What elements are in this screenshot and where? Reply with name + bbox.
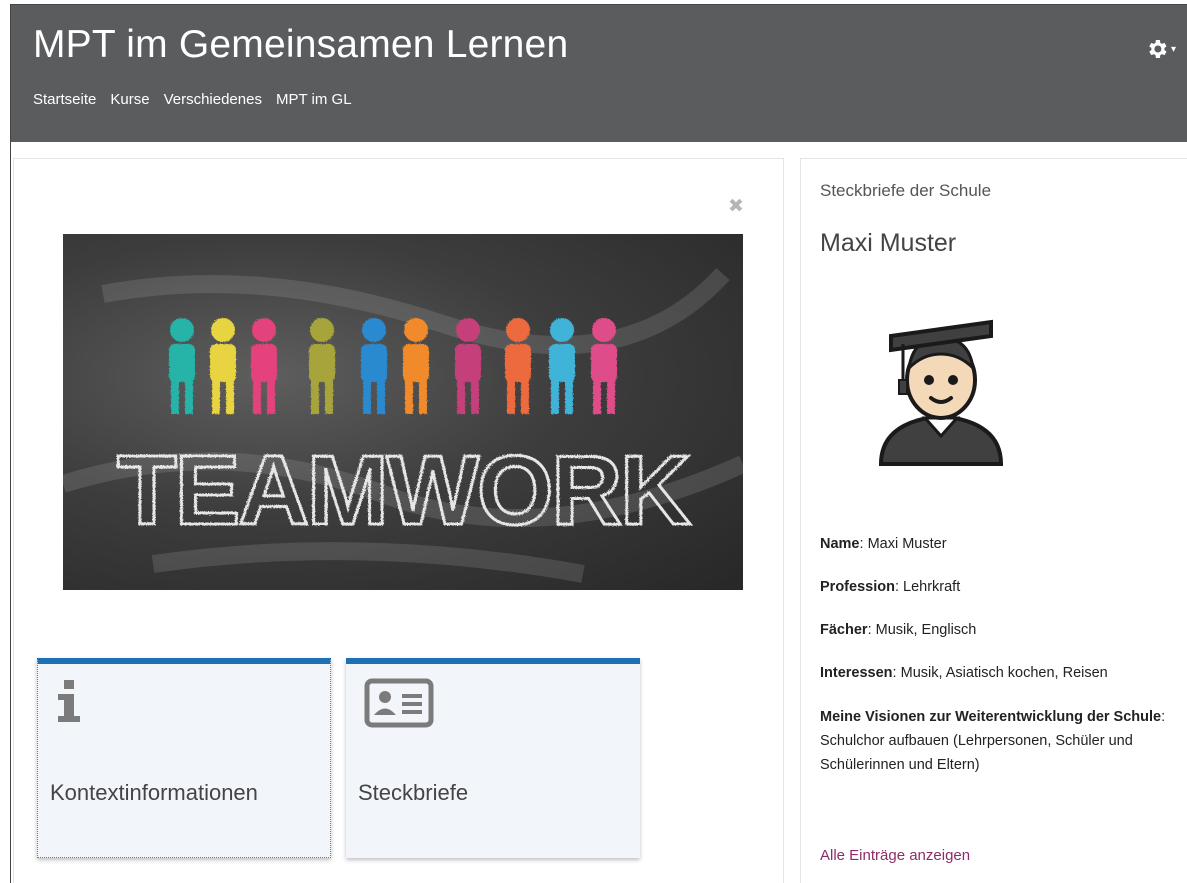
person-figure-4 [309, 318, 335, 414]
graduate-avatar-icon [873, 304, 1009, 474]
block-heading: Steckbriefe der Schule [820, 181, 992, 200]
field-label: Profession [820, 579, 895, 595]
gear-icon [1149, 40, 1167, 58]
person-figure-3 [251, 318, 277, 414]
profile-field-visionen: Meine Visionen zur Weiterentwicklung der… [820, 709, 1166, 773]
settings-menu-button[interactable]: ▾ [1145, 35, 1179, 63]
teamwork-chalk-text: TEAMWORK [117, 435, 690, 545]
field-label: Interessen [820, 665, 893, 681]
person-figure-7 [455, 318, 481, 414]
breadcrumb-separator [262, 91, 276, 108]
field-value: Maxi Muster [867, 536, 947, 552]
profile-name-heading: Maxi Muster [820, 229, 957, 257]
person-figure-1 [169, 318, 195, 414]
breadcrumb-startseite[interactable]: Startseite [33, 91, 96, 108]
person-figure-10 [591, 318, 617, 414]
profile-field-faecher: Fächer: Musik, Englisch [820, 622, 977, 638]
tile-kontextinformationen[interactable]: Kontextinformationen [37, 658, 331, 858]
person-figure-6 [403, 318, 429, 414]
person-figure-5 [361, 318, 387, 414]
main-content: ✖ TEAMWORK Kontextinformationen Steckbri… [13, 158, 784, 883]
profile-field-profession: Profession: Lehrkraft [820, 579, 961, 595]
breadcrumb-current-course[interactable]: MPT im GL [276, 91, 352, 108]
page-header: MPT im Gemeinsamen Lernen Startseite Kur… [10, 4, 1187, 142]
field-value: Lehrkraft [903, 579, 961, 595]
profile-field-name: Name: Maxi Muster [820, 536, 947, 552]
person-figure-8 [505, 318, 531, 414]
field-label: Fächer [820, 622, 868, 638]
close-icon[interactable]: ✖ [728, 195, 744, 218]
field-value: Schulchor aufbauen (Lehrpersonen, Schüle… [820, 733, 1133, 773]
tile-label: Steckbriefe [358, 780, 469, 805]
breadcrumb-kurse[interactable]: Kurse [110, 91, 149, 108]
person-figure-9 [549, 318, 575, 414]
banner-illustration: TEAMWORK [63, 267, 743, 583]
field-label: Name [820, 536, 860, 552]
page-title: MPT im Gemeinsamen Lernen [33, 23, 569, 66]
tile-label: Kontextinformationen [50, 780, 258, 805]
person-figure-2 [210, 318, 236, 414]
profile-field-interessen: Interessen: Musik, Asiatisch kochen, Rei… [820, 665, 1108, 681]
field-value: Musik, Englisch [875, 622, 977, 638]
show-all-entries-link[interactable]: Alle Einträge anzeigen [820, 847, 970, 864]
breadcrumb: Startseite Kurse Verschiedenes MPT im GL [33, 91, 352, 108]
breadcrumb-verschiedenes[interactable]: Verschiedenes [164, 91, 262, 108]
info-icon [56, 678, 82, 729]
tile-steckbriefe[interactable]: Steckbriefe [346, 658, 640, 858]
field-label: Meine Visionen zur Weiterentwicklung der… [820, 709, 1162, 725]
left-edge-divider [10, 142, 11, 883]
teamwork-banner-image: TEAMWORK [63, 234, 743, 590]
field-value: Musik, Asiatisch kochen, Reisen [900, 665, 1108, 681]
id-card-icon [364, 678, 434, 733]
steckbriefe-sidebar-block: Steckbriefe der Schule Maxi Muster Name:… [800, 158, 1187, 883]
chevron-down-icon: ▾ [1171, 43, 1177, 55]
breadcrumb-separator [150, 91, 164, 108]
breadcrumb-separator [96, 91, 110, 108]
